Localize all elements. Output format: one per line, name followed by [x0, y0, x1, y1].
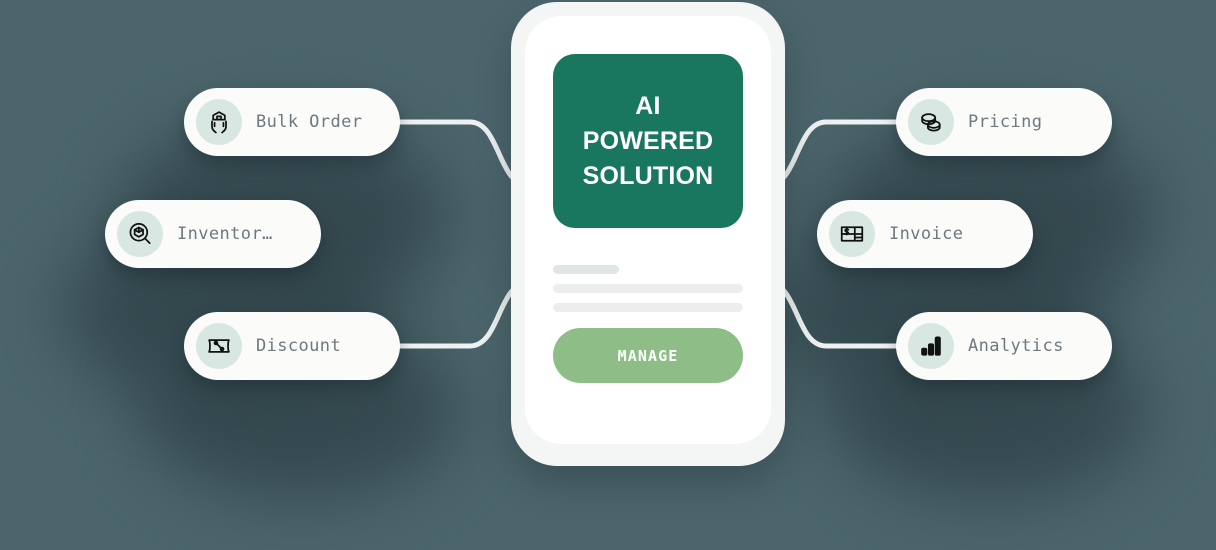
feature-card-pricing[interactable]: Pricing — [896, 88, 1112, 156]
hero-line-2: POWERED — [582, 126, 714, 155]
feature-card-inventory[interactable]: Inventor… — [105, 200, 321, 268]
manage-button[interactable]: MANAGE — [553, 328, 743, 383]
feature-card-label: Discount — [256, 336, 342, 356]
skeleton-line — [553, 303, 743, 312]
hero-line-3: SOLUTION — [582, 161, 714, 190]
feature-card-bulk-order[interactable]: Bulk Order — [184, 88, 400, 156]
hero-text: AI POWERED SOLUTION — [583, 89, 714, 194]
percent-coupon-icon — [196, 323, 242, 369]
skeleton-placeholder — [553, 265, 743, 322]
feature-card-label: Pricing — [968, 112, 1043, 132]
hero-line-1: AI — [635, 91, 661, 120]
bar-chart-icon — [908, 323, 954, 369]
hands-holding-warehouse-icon — [196, 99, 242, 145]
feature-card-discount[interactable]: Discount — [184, 312, 400, 380]
feature-card-label: Invoice — [889, 224, 964, 244]
feature-card-label: Bulk Order — [256, 112, 363, 132]
skeleton-line — [553, 265, 619, 274]
feature-card-label: Inventor… — [177, 224, 273, 244]
dollar-receipt-icon — [829, 211, 875, 257]
stacked-coins-icon — [908, 99, 954, 145]
skeleton-line — [553, 284, 743, 293]
cube-magnifier-icon — [117, 211, 163, 257]
hero-banner: AI POWERED SOLUTION — [553, 54, 743, 228]
feature-card-analytics[interactable]: Analytics — [896, 312, 1112, 380]
feature-card-label: Analytics — [968, 336, 1064, 356]
feature-card-invoice[interactable]: Invoice — [817, 200, 1033, 268]
phone-screen: AI POWERED SOLUTION MANAGE — [525, 16, 771, 444]
